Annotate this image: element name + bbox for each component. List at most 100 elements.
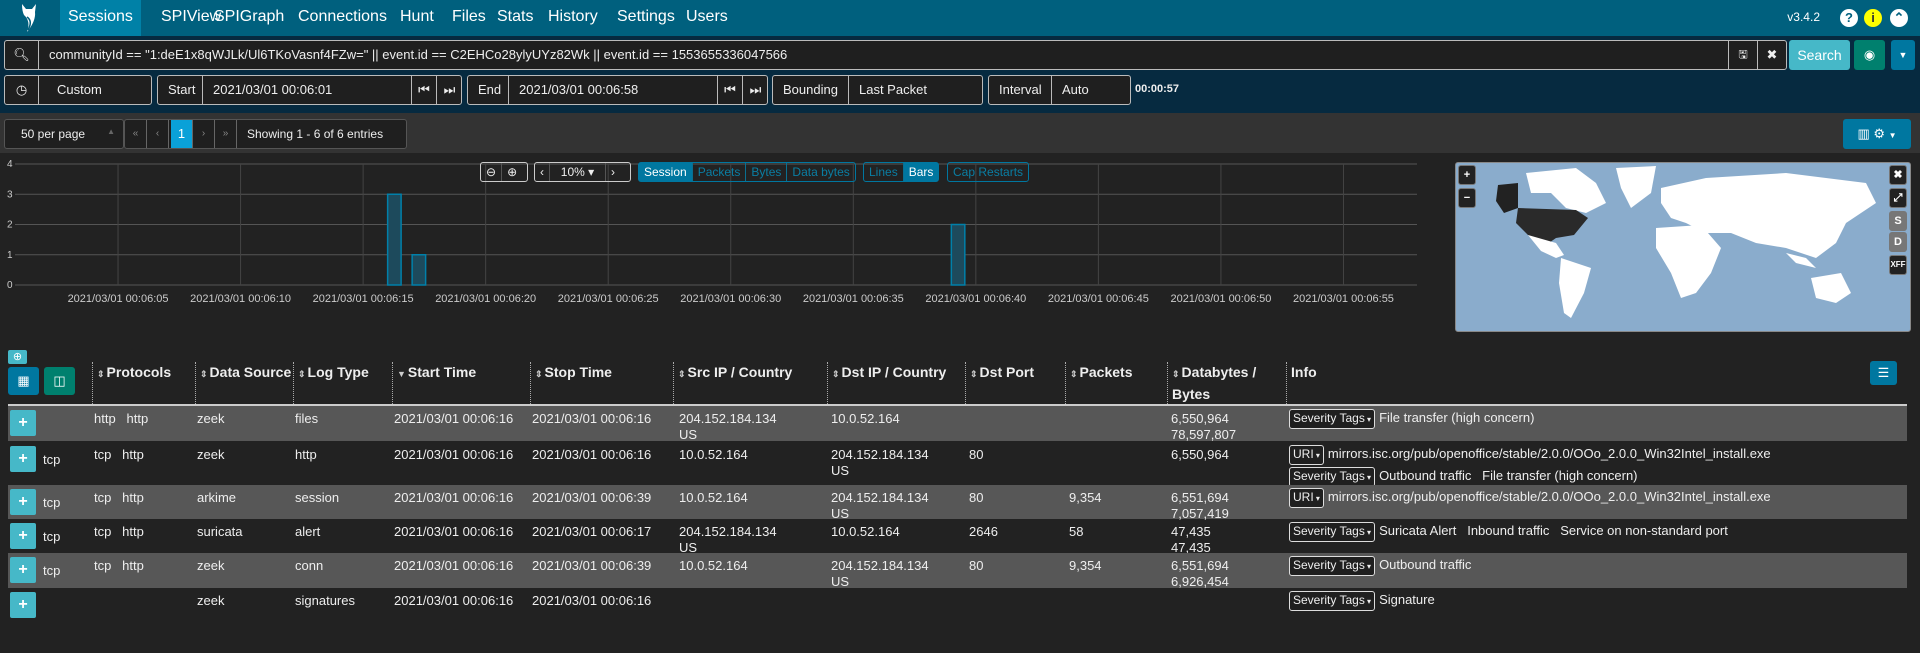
- bar[interactable]: [386, 193, 402, 286]
- map-destination-toggle[interactable]: D: [1889, 232, 1907, 252]
- column-header-databytes-bytes[interactable]: ⇕ Databytes / Bytes: [1167, 362, 1286, 404]
- map-zoom-in-button[interactable]: +: [1458, 165, 1476, 185]
- style-bars[interactable]: Bars: [903, 163, 939, 181]
- dst-ip-cell[interactable]: 204.152.184.134: [831, 557, 929, 574]
- column-header-info[interactable]: Info: [1286, 362, 1866, 404]
- sort-icon[interactable]: ⇕: [298, 369, 306, 379]
- zoom-in-icon[interactable]: ⊕: [502, 163, 522, 181]
- column-config-grid-icon[interactable]: ▦: [8, 367, 39, 395]
- style-lines[interactable]: Lines: [864, 163, 904, 181]
- nav-stats[interactable]: Stats: [489, 0, 541, 36]
- column-header-src-ip-country[interactable]: ⇕ Src IP / Country: [673, 362, 827, 404]
- uri-dropdown[interactable]: URI ▾: [1289, 488, 1324, 508]
- info-text[interactable]: mirrors.isc.org/pub/openoffice/stable/2.…: [1328, 446, 1771, 461]
- start-prev-icon[interactable]: ⏮: [412, 76, 437, 104]
- severity-tags-dropdown[interactable]: Severity Tags ▾: [1289, 591, 1376, 611]
- interval-select[interactable]: Interval Auto: [988, 75, 1131, 105]
- clear-search-icon[interactable]: ✖: [1758, 41, 1786, 69]
- sort-icon[interactable]: ⇕: [200, 369, 208, 379]
- info-field-config-icon[interactable]: ☰: [1870, 361, 1897, 385]
- column-header-stop-time[interactable]: ⇕ Stop Time: [530, 362, 673, 404]
- nav-connections[interactable]: Connections: [290, 0, 395, 36]
- column-header-dst-ip-country[interactable]: ⇕ Dst IP / Country: [827, 362, 965, 404]
- severity-tags-dropdown[interactable]: Severity Tags ▾: [1289, 467, 1376, 487]
- time-range-value[interactable]: Custom: [39, 76, 112, 104]
- severity-tags-dropdown[interactable]: Severity Tags ▾: [1289, 522, 1376, 542]
- nav-spigraph[interactable]: SPIGraph: [206, 0, 292, 36]
- sort-icon[interactable]: ⇕: [970, 369, 978, 379]
- column-header-log-type[interactable]: ⇕ Log Type: [293, 362, 392, 404]
- bar[interactable]: [411, 254, 427, 286]
- expand-all-button[interactable]: ⊕: [8, 350, 27, 364]
- map-source-toggle[interactable]: S: [1889, 211, 1907, 231]
- nav-users[interactable]: Users: [678, 0, 736, 36]
- info-icon[interactable]: i: [1864, 9, 1882, 27]
- start-time-input[interactable]: 2021/03/01 00:06:01: [203, 76, 412, 104]
- cap-restarts-toggle[interactable]: Cap Restarts: [947, 162, 1030, 182]
- first-page-button[interactable]: «: [125, 120, 147, 148]
- view-eye-icon[interactable]: ◉: [1854, 40, 1885, 70]
- nav-history[interactable]: History: [540, 0, 606, 36]
- map-close-button[interactable]: ✖: [1889, 165, 1907, 185]
- sort-icon[interactable]: ⇕: [678, 369, 686, 379]
- sort-icon[interactable]: ⇕: [832, 369, 840, 379]
- end-next-icon[interactable]: ⏭: [743, 76, 768, 104]
- bounding-value[interactable]: Last Packet: [849, 76, 937, 104]
- session-row[interactable]: + zeek signatures 2021/03/01 00:06:16 2021/0…: [8, 588, 1907, 622]
- expand-row-button[interactable]: +: [10, 557, 36, 583]
- severity-tags-dropdown[interactable]: Severity Tags ▾: [1289, 409, 1376, 429]
- bounding-select[interactable]: Bounding Last Packet: [772, 75, 983, 105]
- map-xff-toggle[interactable]: XFF: [1889, 255, 1907, 275]
- zoom-out-icon[interactable]: ⊖: [481, 163, 503, 181]
- nav-files[interactable]: Files: [444, 0, 494, 36]
- metric-bytes[interactable]: Bytes: [746, 163, 788, 181]
- search-options-caret-icon[interactable]: ▼: [1891, 40, 1915, 70]
- start-next-icon[interactable]: ⏭: [437, 76, 462, 104]
- sort-icon[interactable]: ⇕: [535, 369, 543, 379]
- session-row[interactable]: + tcp tcp http zeek conn 2021/03/01 00:06:16 2…: [8, 553, 1907, 589]
- column-header-protocols[interactable]: ⇕ Protocols: [92, 362, 195, 404]
- page-1-button[interactable]: 1: [171, 120, 193, 148]
- dst-ip-cell[interactable]: 10.0.52.164: [831, 523, 900, 540]
- map-zoom-out-button[interactable]: −: [1458, 188, 1476, 208]
- expand-row-button[interactable]: +: [10, 489, 36, 515]
- search-button[interactable]: Search: [1789, 40, 1850, 70]
- src-ip-cell[interactable]: 204.152.184.134: [679, 410, 777, 427]
- save-icon[interactable]: 🖫︎: [1729, 41, 1758, 69]
- src-ip-cell[interactable]: 10.0.52.164: [679, 557, 748, 574]
- prev-page-button[interactable]: ‹: [147, 120, 169, 148]
- time-range-select[interactable]: ◷ Custom: [4, 75, 152, 105]
- search-input[interactable]: communityId == "1:deE1x8qWJLk/Ul6TKoVasn…: [39, 41, 1729, 69]
- nav-hunt[interactable]: Hunt: [392, 0, 442, 36]
- arkime-owl-logo[interactable]: [14, 3, 44, 33]
- per-page-value[interactable]: 50 per page: [5, 120, 95, 148]
- severity-tags-dropdown[interactable]: Severity Tags ▾: [1289, 556, 1376, 576]
- dst-ip-cell[interactable]: 204.152.184.134: [831, 446, 929, 463]
- src-ip-cell[interactable]: 204.152.184.134: [679, 523, 777, 540]
- end-prev-icon[interactable]: ⏮: [718, 76, 743, 104]
- info-text[interactable]: mirrors.isc.org/pub/openoffice/stable/2.…: [1328, 489, 1771, 504]
- pan-right-icon[interactable]: ›: [606, 163, 620, 181]
- end-time-input[interactable]: 2021/03/01 00:06:58: [509, 76, 718, 104]
- column-header-data-source[interactable]: ⇕ Data Source: [195, 362, 293, 404]
- column-header-start-time[interactable]: ▼ Start Time: [392, 362, 530, 404]
- column-layout-icon[interactable]: ◫: [44, 367, 75, 395]
- nav-sessions[interactable]: Sessions: [60, 0, 141, 36]
- metric-data-bytes[interactable]: Data bytes: [787, 163, 854, 181]
- next-page-button[interactable]: ›: [193, 120, 215, 148]
- src-ip-cell[interactable]: 10.0.52.164: [679, 446, 748, 463]
- pan-left-icon[interactable]: ‹: [535, 163, 550, 181]
- expand-row-button[interactable]: +: [10, 446, 36, 472]
- interval-value[interactable]: Auto: [1052, 76, 1099, 104]
- metric-packets[interactable]: Packets: [693, 163, 747, 181]
- session-row[interactable]: + tcp tcp http arkime session 2021/03/01 00:0…: [8, 485, 1907, 521]
- session-row[interactable]: + tcp tcp http zeek http 2021/03/01 00:06:16 2…: [8, 442, 1907, 487]
- map-expand-button[interactable]: ⤢: [1889, 188, 1907, 208]
- expand-row-button[interactable]: +: [10, 523, 36, 549]
- nav-settings[interactable]: Settings: [609, 0, 683, 36]
- expand-row-button[interactable]: +: [10, 410, 36, 436]
- pan-percent-select[interactable]: 10% ▾: [550, 163, 606, 181]
- world-map[interactable]: + − ✖ ⤢ S D XFF: [1455, 162, 1911, 332]
- metric-session[interactable]: Session: [639, 163, 693, 181]
- uri-dropdown[interactable]: URI ▾: [1289, 445, 1324, 465]
